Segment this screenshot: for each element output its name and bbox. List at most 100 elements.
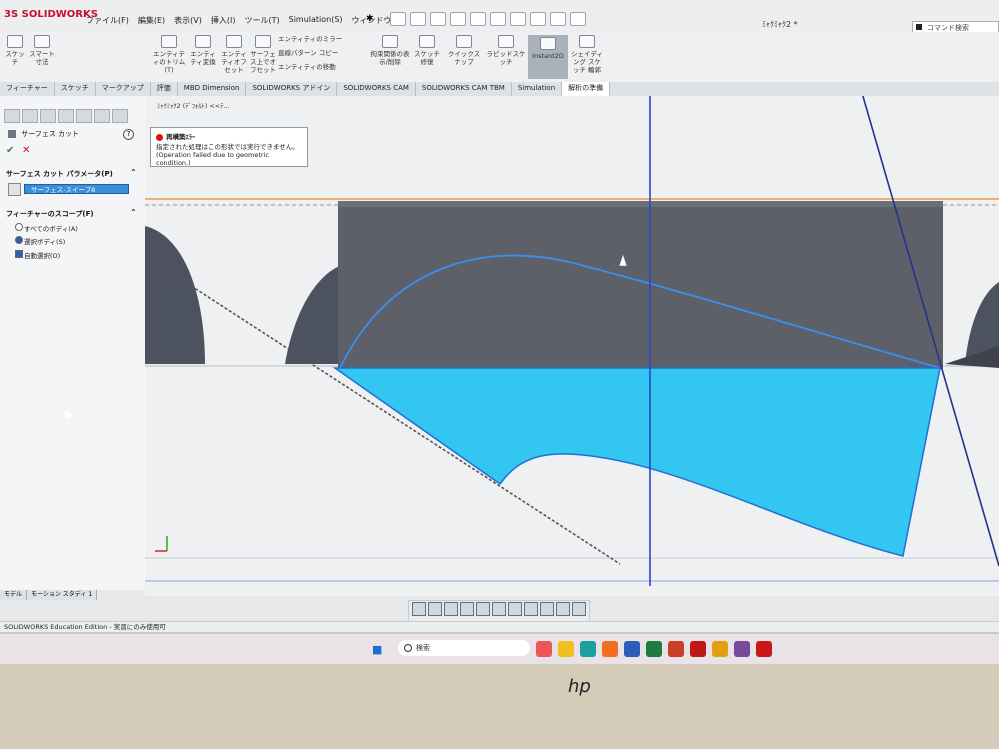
new-icon[interactable]	[410, 12, 426, 26]
excel-icon[interactable]	[646, 641, 662, 657]
property-manager-tab-icon[interactable]	[22, 109, 38, 123]
ribbon-smart-dimension[interactable]: スマート寸法	[28, 35, 56, 66]
tab-mbd[interactable]: MBD Dimension	[178, 82, 247, 96]
checkbox-auto-select[interactable]: 自動選択(O)	[15, 250, 60, 260]
home-icon[interactable]	[390, 12, 406, 26]
menu-file[interactable]: ファイル(F)	[86, 15, 129, 26]
ribbon-mirror-group[interactable]: エンティティのミラー 直線パターン コピー エンティティの移動	[278, 35, 368, 71]
edge-icon[interactable]	[580, 641, 596, 657]
windows-start-icon[interactable]: ■	[372, 643, 382, 656]
ribbon-rapid-sketch[interactable]: ラピッドスケッチ	[486, 35, 526, 66]
display-manager-tab-icon[interactable]	[76, 109, 92, 123]
feature-breadcrumb[interactable]: ﾐｬｸﾐｬｸ2 (ﾃﾞﾌｫﾙﾄ) <<ﾃ...	[157, 100, 230, 110]
open-icon[interactable]	[430, 12, 446, 26]
ribbon-relations[interactable]: 拘束関係の表示/削除	[370, 35, 410, 66]
tab-analysis-prep[interactable]: 解析の準備	[562, 82, 611, 96]
cube-view-icon[interactable]	[540, 602, 554, 616]
solidworks-taskbar-icon[interactable]	[756, 641, 772, 657]
redo-icon[interactable]	[510, 12, 526, 26]
select-icon[interactable]	[530, 12, 546, 26]
ribbon-offset-surface[interactable]: サーフェス上でオフセット	[250, 35, 276, 74]
panel-scroll-right-icon[interactable]	[112, 109, 128, 123]
tab-cam-tbm[interactable]: SOLIDWORKS CAM TBM	[416, 82, 512, 96]
menu-edit[interactable]: 編集(E)	[138, 15, 165, 26]
command-ribbon: スケッチ スマート寸法 エンティティのトリム(T) エンティティ変換 エンティテ…	[0, 32, 999, 83]
collapse-icon[interactable]: ⌃	[130, 208, 137, 217]
params-section-header[interactable]: サーフェス カット パラメータ(P) ⌃	[6, 168, 141, 179]
cube-view-icon[interactable]	[492, 602, 506, 616]
powerpoint-icon[interactable]	[668, 641, 684, 657]
app-icon[interactable]	[734, 641, 750, 657]
cube-view-icon[interactable]	[444, 602, 458, 616]
radio-selected-bodies[interactable]: 選択ボディ(S)	[15, 236, 65, 246]
print-icon[interactable]	[470, 12, 486, 26]
tab-markup[interactable]: マークアップ	[96, 82, 151, 96]
view-orientation-icon[interactable]	[412, 602, 426, 616]
sketch-icon	[7, 35, 23, 48]
menu-simulation[interactable]: Simulation(S)	[289, 15, 343, 26]
acrobat-icon[interactable]	[690, 641, 706, 657]
undo-icon[interactable]	[490, 12, 506, 26]
tab-evaluate[interactable]: 評価	[151, 82, 178, 96]
radio-all-bodies[interactable]: すべてのボディ(A)	[15, 223, 78, 233]
dark-block	[338, 201, 943, 369]
windows-taskbar: ■ 検索	[0, 634, 999, 664]
cube-view-icon[interactable]	[428, 602, 442, 616]
dimxpert-tab-icon[interactable]	[58, 109, 74, 123]
ribbon-shaded-contours[interactable]: シェイディング スケッチ 輪郭	[570, 35, 604, 74]
ribbon-repair[interactable]: スケッチ修復	[412, 35, 442, 66]
search-icon	[916, 24, 922, 30]
app-icon[interactable]	[712, 641, 728, 657]
menu-insert[interactable]: 挿入(I)	[211, 15, 236, 26]
ribbon-offset[interactable]: エンティティオフセット	[220, 35, 248, 74]
ribbon-quick-snaps[interactable]: クイックスナップ	[445, 35, 483, 66]
save-icon[interactable]	[450, 12, 466, 26]
cancel-button[interactable]: ✕	[22, 145, 30, 156]
tab-motion-study[interactable]: モーション スタディ 1	[27, 590, 98, 600]
screen: 3S SOLIDWORKS ファイル(F) 編集(E) 表示(V) 挿入(I) …	[0, 0, 999, 632]
rebuild-icon[interactable]	[550, 12, 566, 26]
options-icon[interactable]	[570, 12, 586, 26]
direction-arrow-icon[interactable]	[8, 183, 21, 196]
panel-scroll-left-icon[interactable]	[94, 109, 110, 123]
display-style-icon[interactable]	[556, 602, 570, 616]
firefox-icon[interactable]	[602, 641, 618, 657]
ok-button[interactable]: ✔	[6, 145, 14, 156]
cube-view-icon[interactable]	[460, 602, 474, 616]
dimension-icon	[34, 35, 50, 48]
feature-tree-tab-icon[interactable]	[4, 109, 20, 123]
tab-model[interactable]: モデル	[0, 590, 28, 600]
cube-view-icon[interactable]	[508, 602, 522, 616]
solidworks-logo: 3S SOLIDWORKS	[4, 9, 98, 20]
widgets-icon[interactable]	[536, 641, 552, 657]
ribbon-instant2d[interactable]: Instant2D	[528, 35, 568, 79]
collapse-icon[interactable]: ⌃	[130, 168, 137, 177]
scope-section-header[interactable]: フィーチャーのスコープ(F) ⌃	[6, 208, 141, 219]
word-icon[interactable]	[624, 641, 640, 657]
config-manager-tab-icon[interactable]	[40, 109, 56, 123]
cyan-surface	[332, 367, 941, 557]
tab-cam[interactable]: SOLIDWORKS CAM	[337, 82, 416, 96]
cube-view-icon[interactable]	[476, 602, 490, 616]
file-explorer-icon[interactable]	[558, 641, 574, 657]
graphics-viewport[interactable]: ﾐｬｸﾐｬｸ2 (ﾃﾞﾌｫﾙﾄ) <<ﾃ... 再構築ｴﾗｰ 指定された処理はこ…	[145, 96, 999, 596]
tab-simulation[interactable]: Simulation	[512, 82, 563, 96]
help-icon[interactable]: ?	[123, 129, 134, 140]
checkbox-checked-icon	[15, 250, 23, 258]
pin-icon[interactable]: ✱	[366, 14, 374, 24]
taskbar-search-input[interactable]: 検索	[398, 640, 530, 656]
ribbon-sketch[interactable]: スケッチ	[4, 35, 26, 66]
tab-addins[interactable]: SOLIDWORKS アドイン	[246, 82, 338, 96]
instant2d-icon	[540, 37, 556, 50]
menu-tools[interactable]: ツール(T)	[244, 15, 279, 26]
menu-view[interactable]: 表示(V)	[174, 15, 202, 26]
section-view-icon[interactable]	[572, 602, 586, 616]
document-title: ﾐｬｸﾐｬｸ2 *	[762, 20, 798, 29]
cube-view-icon[interactable]	[524, 602, 538, 616]
tab-features[interactable]: フィーチャー	[0, 82, 55, 96]
ribbon-convert[interactable]: エンティティ変換	[188, 35, 218, 66]
tab-sketch[interactable]: スケッチ	[55, 82, 96, 96]
panel-tabs	[4, 109, 140, 123]
ribbon-trim[interactable]: エンティティのトリム(T)	[152, 35, 186, 74]
surface-selection-box[interactable]: サーフェス-スイープ8	[24, 184, 129, 194]
